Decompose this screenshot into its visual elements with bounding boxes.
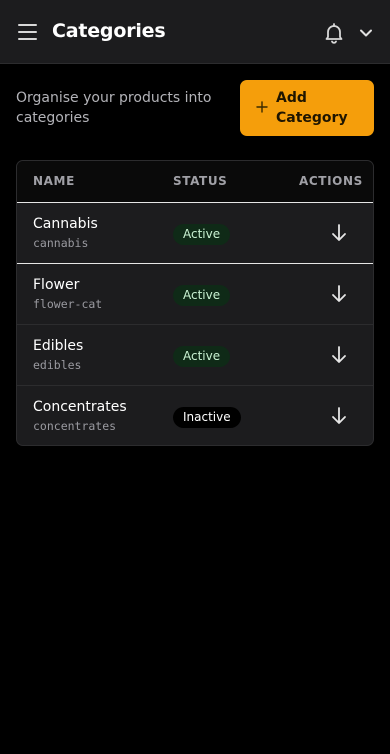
- category-name: Cannabis: [33, 216, 98, 232]
- category-slug: edibles: [33, 358, 82, 372]
- column-header-name[interactable]: NAME: [33, 174, 75, 188]
- arrow-down-icon[interactable]: [329, 283, 349, 305]
- category-name: Flower: [33, 277, 80, 293]
- table-header: NAME STATUS ACTIONS: [17, 161, 373, 203]
- category-name: Concentrates: [33, 399, 127, 415]
- intro-text: Organise your products into categories: [16, 90, 212, 126]
- column-header-status[interactable]: STATUS: [173, 174, 227, 188]
- category-slug: flower-cat: [33, 297, 103, 311]
- bell-icon[interactable]: [322, 21, 346, 45]
- table-row[interactable]: Cannabis cannabis Active: [17, 203, 373, 264]
- top-app-bar: Categories: [0, 0, 390, 64]
- column-header-actions: ACTIONS: [299, 174, 363, 188]
- arrow-down-icon[interactable]: [329, 405, 349, 427]
- table-row[interactable]: Edibles edibles Active: [17, 325, 373, 386]
- hamburger-menu-icon[interactable]: [18, 23, 38, 41]
- arrow-down-icon[interactable]: [329, 222, 349, 244]
- table-row[interactable]: Concentrates concentrates Inactive: [17, 386, 373, 445]
- status-badge: Active: [173, 346, 231, 367]
- chevron-down-icon[interactable]: [357, 24, 375, 42]
- status-badge: Active: [173, 224, 231, 245]
- category-slug: concentrates: [33, 419, 117, 433]
- page-title: Categories: [52, 20, 166, 42]
- add-category-button[interactable]: Add Category: [240, 80, 374, 136]
- table-row[interactable]: Flower flower-cat Active: [17, 264, 373, 325]
- add-category-label: Add Category: [276, 90, 348, 126]
- plus-icon: [256, 98, 268, 118]
- arrow-down-icon[interactable]: [329, 344, 349, 366]
- category-slug: cannabis: [33, 236, 89, 250]
- categories-table: NAME STATUS ACTIONS Cannabis cannabis Ac…: [16, 160, 374, 446]
- status-badge: Inactive: [173, 407, 241, 428]
- category-name: Edibles: [33, 338, 84, 354]
- status-badge: Active: [173, 285, 231, 306]
